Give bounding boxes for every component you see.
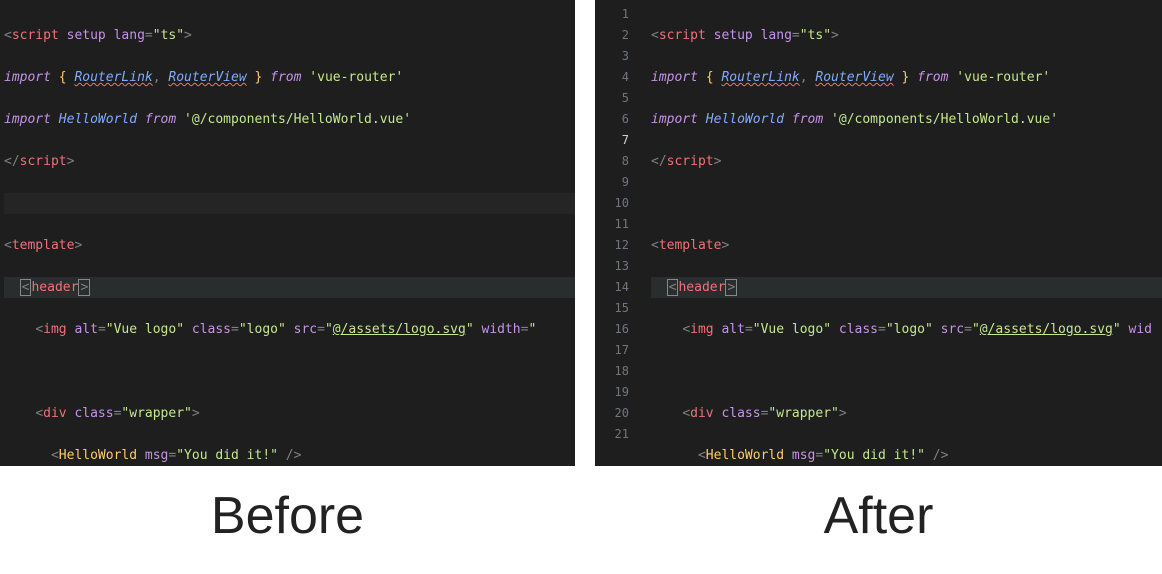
- line-number-current[interactable]: 7: [595, 130, 643, 151]
- line-number[interactable]: 19: [595, 382, 643, 403]
- line-number[interactable]: 4: [595, 67, 643, 88]
- line-number[interactable]: 21: [595, 424, 643, 445]
- line-number[interactable]: 11: [595, 214, 643, 235]
- line-number[interactable]: 20: [595, 403, 643, 424]
- line-number[interactable]: 8: [595, 151, 643, 172]
- line-number[interactable]: 18: [595, 361, 643, 382]
- line-gutter[interactable]: 1 2 3 4 5 6 7 8 9 10 11 12 13 14 15 16 1…: [595, 0, 643, 466]
- line-number[interactable]: 17: [595, 340, 643, 361]
- line-number[interactable]: 3: [595, 46, 643, 67]
- editor-before: <script setup lang="ts"> import { Router…: [0, 0, 575, 466]
- line-number[interactable]: 16: [595, 319, 643, 340]
- code-area-before[interactable]: <script setup lang="ts"> import { Router…: [0, 0, 575, 466]
- line-number[interactable]: 5: [595, 88, 643, 109]
- comparison-container: <script setup lang="ts"> import { Router…: [0, 0, 1162, 466]
- line-number[interactable]: 9: [595, 172, 643, 193]
- editor-after: 1 2 3 4 5 6 7 8 9 10 11 12 13 14 15 16 1…: [595, 0, 1162, 466]
- line-number[interactable]: 13: [595, 256, 643, 277]
- line-number[interactable]: 12: [595, 235, 643, 256]
- code-area-after[interactable]: <script setup lang="ts"> import { Router…: [643, 0, 1162, 466]
- line-number[interactable]: 15: [595, 298, 643, 319]
- line-number[interactable]: 6: [595, 109, 643, 130]
- line-number[interactable]: 1: [595, 4, 643, 25]
- labels-row: Before After: [0, 486, 1162, 546]
- line-number[interactable]: 14: [595, 277, 643, 298]
- line-number[interactable]: 10: [595, 193, 643, 214]
- label-after: After: [595, 486, 1162, 546]
- line-number[interactable]: 2: [595, 25, 643, 46]
- label-before: Before: [0, 486, 575, 546]
